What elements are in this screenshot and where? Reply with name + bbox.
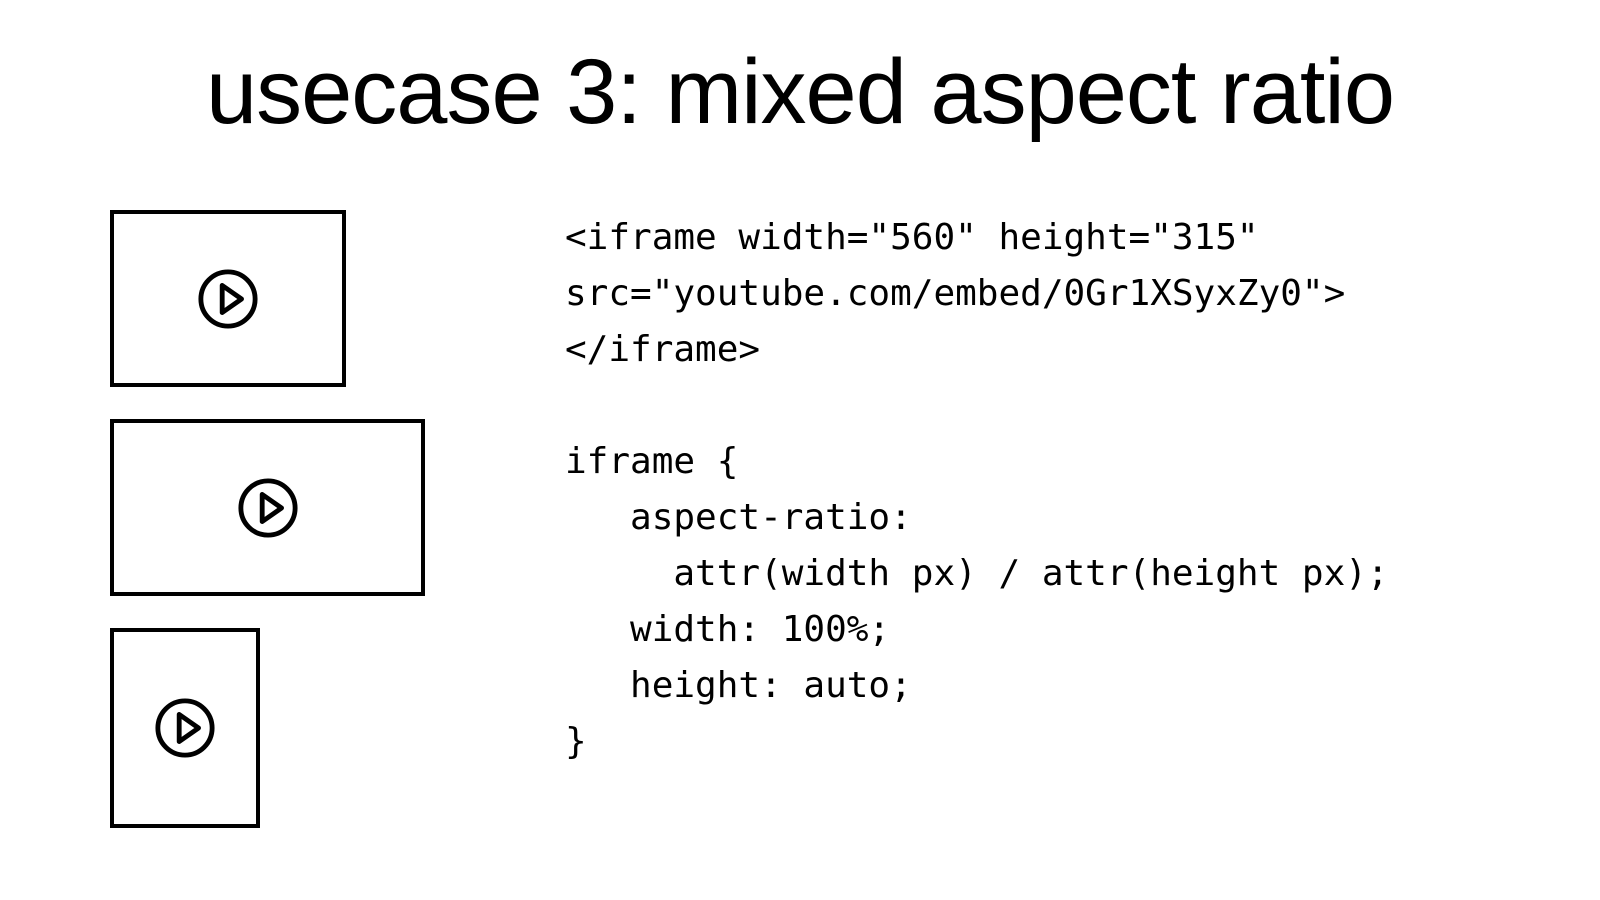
code-css-snippet: iframe { aspect-ratio: attr(width px) / … (565, 441, 1389, 762)
thumbnail-column (110, 210, 425, 860)
play-icon (197, 268, 259, 330)
slide-title: usecase 3: mixed aspect ratio (0, 40, 1600, 145)
play-icon (237, 477, 299, 539)
code-block: <iframe width="560" height="315" src="yo… (565, 210, 1389, 770)
play-icon (154, 697, 216, 759)
slide: usecase 3: mixed aspect ratio <iframe wi… (0, 0, 1600, 900)
code-html-snippet: <iframe width="560" height="315" src="yo… (565, 217, 1345, 370)
video-thumbnail (110, 210, 346, 387)
video-thumbnail (110, 419, 425, 596)
video-thumbnail (110, 628, 260, 828)
